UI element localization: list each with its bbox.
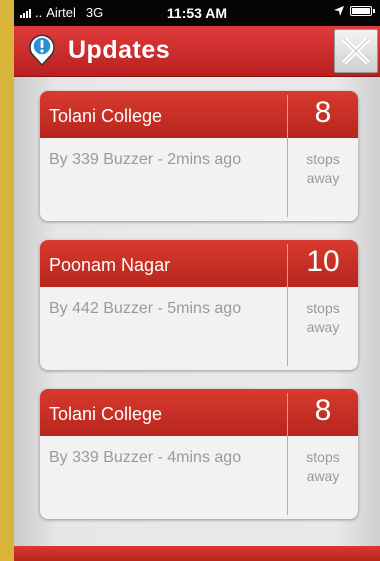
status-time: 11:53 AM bbox=[166, 5, 228, 21]
update-card[interactable]: Tolani College 8 By 339 Buzzer - 4mins a… bbox=[40, 389, 358, 519]
card-place: Poonam Nagar bbox=[49, 255, 171, 275]
stops-word: stops bbox=[306, 300, 340, 316]
card-stops-label: stops away bbox=[288, 299, 358, 337]
phone-screen: .. Airtel 3G 11:53 AM Updates Tolani Col… bbox=[14, 0, 380, 561]
bottom-bar bbox=[14, 546, 380, 561]
card-buzzer-info: By 442 Buzzer - 5mins ago bbox=[49, 300, 242, 317]
away-word: away bbox=[306, 468, 340, 484]
page-title: Updates bbox=[68, 36, 171, 64]
card-stop-count: 10 bbox=[306, 245, 340, 278]
card-stops-label: stops away bbox=[288, 150, 358, 188]
card-place: Tolani College bbox=[49, 404, 163, 424]
stops-word: stops bbox=[306, 449, 340, 465]
stops-word: stops bbox=[306, 151, 340, 167]
away-word: away bbox=[306, 170, 340, 186]
card-place: Tolani College bbox=[49, 106, 163, 126]
close-icon bbox=[342, 37, 370, 65]
card-stops-label: stops away bbox=[288, 448, 358, 486]
card-stop-count: 8 bbox=[314, 96, 332, 129]
close-button[interactable] bbox=[334, 29, 378, 73]
update-card[interactable]: Tolani College 8 By 339 Buzzer - 2mins a… bbox=[40, 91, 358, 221]
status-bar: .. Airtel 3G 11:53 AM bbox=[14, 0, 380, 26]
card-buzzer-info: By 339 Buzzer - 4mins ago bbox=[49, 449, 242, 466]
card-stop-count: 8 bbox=[314, 394, 332, 427]
card-buzzer-info: By 339 Buzzer - 2mins ago bbox=[49, 151, 242, 168]
battery-icon bbox=[350, 6, 375, 16]
status-right bbox=[334, 6, 375, 16]
update-card[interactable]: Poonam Nagar 10 By 442 Buzzer - 5mins ag… bbox=[40, 240, 358, 370]
header-bar: Updates bbox=[14, 26, 380, 77]
alert-pin-icon bbox=[29, 34, 55, 66]
updates-list: Tolani College 8 By 339 Buzzer - 2mins a… bbox=[14, 77, 380, 546]
away-word: away bbox=[306, 319, 340, 335]
location-arrow-icon bbox=[334, 6, 344, 16]
